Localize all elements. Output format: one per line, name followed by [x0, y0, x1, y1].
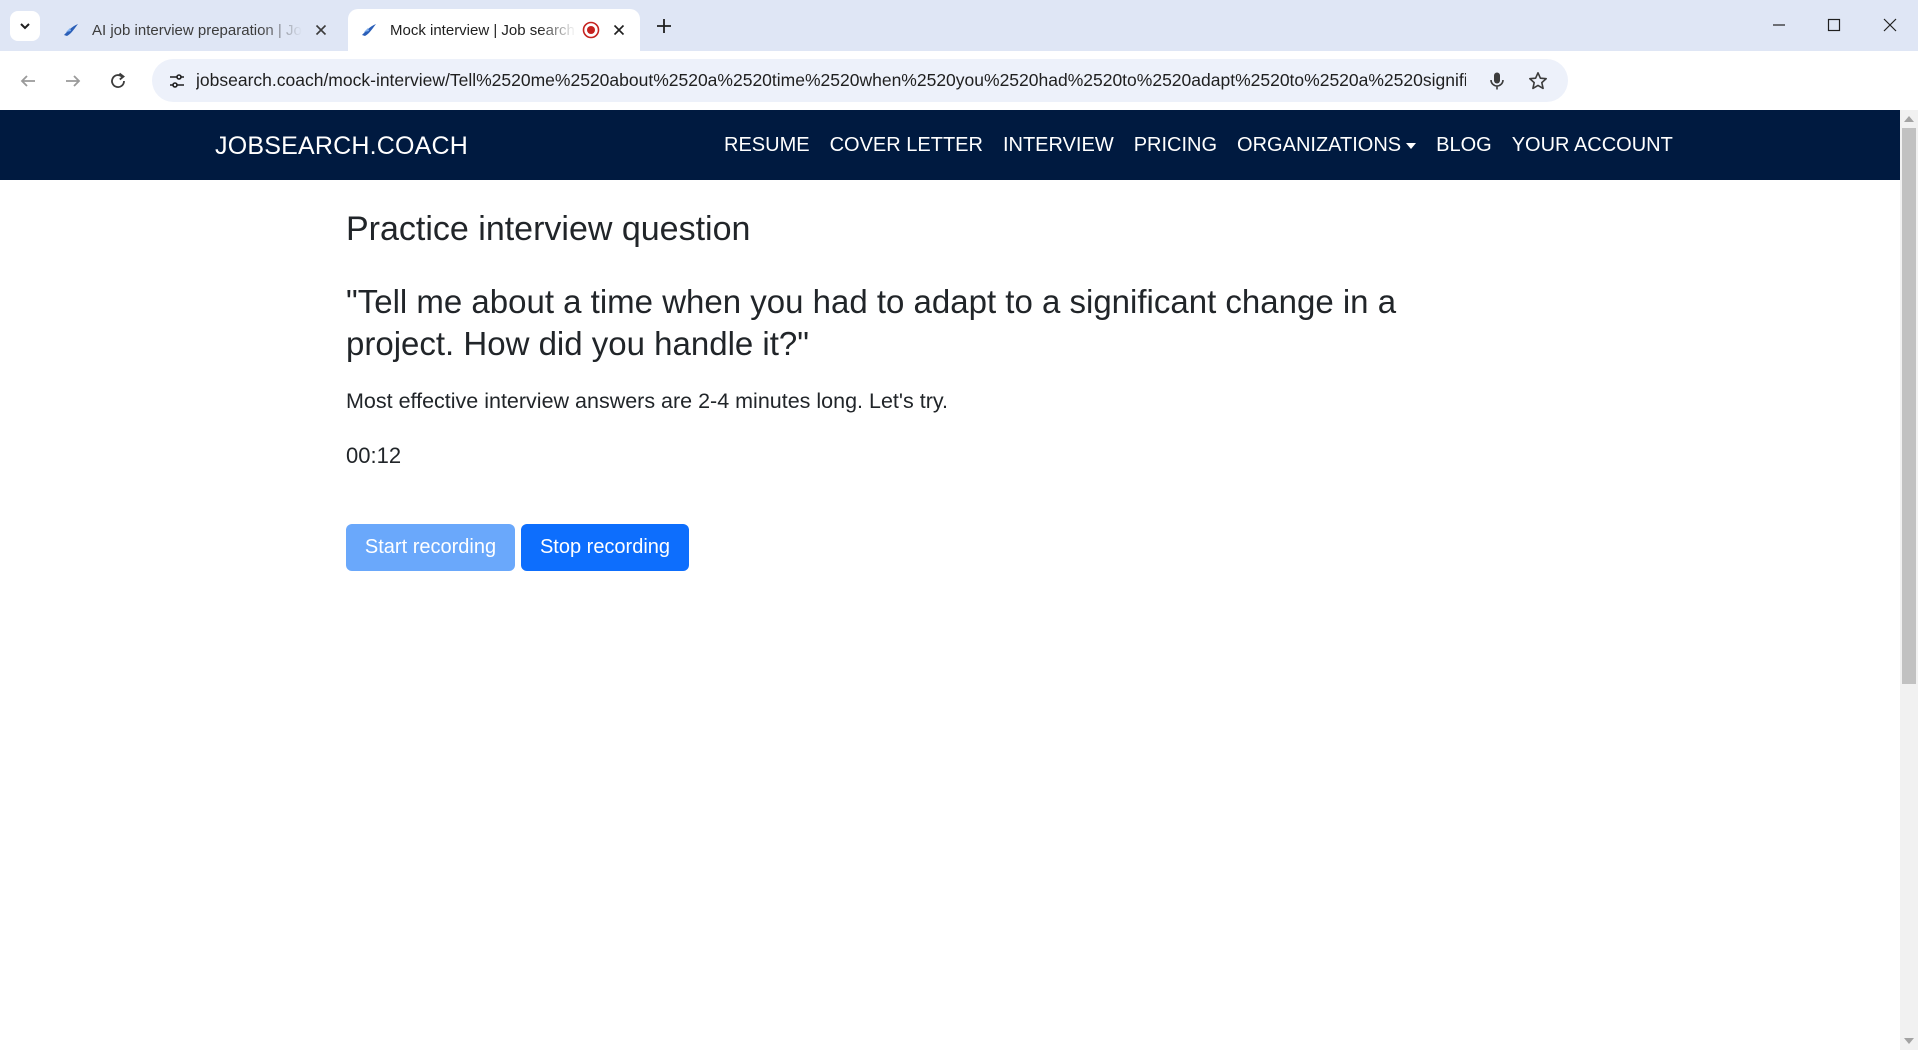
browser-toolbar: jobsearch.coach/mock-interview/Tell%2520…	[0, 51, 1918, 110]
close-tab-icon[interactable]	[310, 19, 332, 41]
scroll-down-arrow-icon[interactable]	[1904, 1038, 1914, 1044]
close-tab-icon[interactable]	[608, 19, 630, 41]
nav-dropdown-label: ORGANIZATIONS	[1237, 134, 1402, 156]
maximize-icon	[1827, 18, 1841, 32]
close-window-button[interactable]	[1867, 8, 1913, 42]
interview-question: "Tell me about a time when you had to ad…	[346, 283, 1397, 362]
back-button[interactable]	[11, 64, 45, 98]
address-bar[interactable]: jobsearch.coach/mock-interview/Tell%2520…	[152, 59, 1568, 102]
caret-down-icon	[1406, 142, 1417, 149]
tab-title: AI job interview preparation | Job searc…	[92, 21, 302, 39]
new-tab-button[interactable]	[650, 12, 678, 40]
site-brand-link[interactable]: JOBSEARCH.COACH	[215, 132, 468, 161]
browser-tab-mock-interview[interactable]: Mock interview | Job search coach	[348, 9, 640, 51]
page-title: Practice interview question	[346, 210, 751, 248]
tab-title: Mock interview | Job search coach	[390, 21, 576, 39]
nav-link-pricing[interactable]: PRICING	[1134, 134, 1217, 157]
forward-button[interactable]	[56, 64, 90, 98]
minimize-button[interactable]	[1756, 8, 1802, 42]
nav-link-cover-letter[interactable]: COVER LETTER	[830, 134, 983, 157]
plus-icon	[657, 19, 671, 33]
nav-link-your-account[interactable]: YOUR ACCOUNT	[1512, 134, 1673, 157]
voice-search-button[interactable]	[1482, 66, 1512, 96]
scrollbar-thumb[interactable]	[1902, 128, 1916, 684]
reload-icon	[111, 72, 125, 88]
arrow-left-icon	[20, 75, 35, 87]
nav-dropdown-organizations[interactable]: ORGANIZATIONS	[1237, 134, 1417, 157]
close-icon	[1883, 18, 1897, 32]
nav-link-blog[interactable]: BLOG	[1436, 134, 1492, 157]
maximize-button[interactable]	[1811, 8, 1857, 42]
site-favicon-icon	[64, 24, 78, 36]
nav-link-resume[interactable]: RESUME	[724, 134, 810, 157]
recording-indicator-icon	[582, 21, 600, 39]
minimize-icon	[1773, 24, 1785, 26]
site-nav-links: RESUME COVER LETTER INTERVIEW PRICING OR…	[724, 134, 1693, 157]
stop-recording-button[interactable]: Stop recording	[521, 524, 689, 571]
browser-tab-interview-prep[interactable]: AI job interview preparation | Job searc…	[50, 9, 342, 51]
scroll-up-arrow-icon[interactable]	[1904, 116, 1914, 122]
microphone-icon	[1490, 72, 1504, 90]
site-info-button[interactable]	[162, 66, 192, 96]
bookmark-button[interactable]	[1523, 66, 1553, 96]
reload-button[interactable]	[101, 64, 135, 98]
chevron-down-icon	[20, 23, 30, 30]
star-icon	[1529, 72, 1547, 90]
tab-search-button[interactable]	[10, 11, 40, 41]
nav-link-interview[interactable]: INTERVIEW	[1003, 134, 1114, 157]
site-navbar: JOBSEARCH.COACH RESUME COVER LETTER INTE…	[0, 110, 1900, 180]
arrow-right-icon	[66, 75, 81, 87]
tune-icon	[170, 74, 184, 88]
start-recording-button[interactable]: Start recording	[346, 524, 515, 571]
recording-timer: 00:12	[346, 443, 402, 468]
answer-length-hint: Most effective interview answers are 2-4…	[346, 389, 948, 413]
site-favicon-icon	[362, 24, 376, 36]
page-scrollbar[interactable]	[1900, 110, 1918, 1050]
url-text: jobsearch.coach/mock-interview/Tell%2520…	[196, 70, 1466, 90]
browser-tab-strip: AI job interview preparation | Job searc…	[0, 0, 1918, 51]
